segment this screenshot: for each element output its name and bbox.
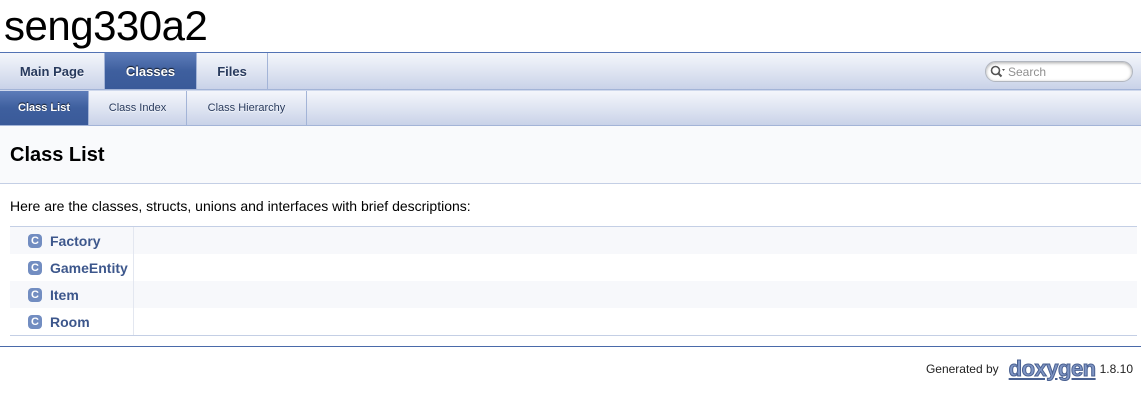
table-row: C Room (10, 308, 1137, 335)
tab-class-list[interactable]: Class List (0, 91, 89, 125)
doxygen-version: 1.8.10 (1099, 362, 1133, 376)
search-box[interactable] (985, 61, 1133, 82)
generated-by-text: Generated by (925, 362, 999, 376)
intro-text: Here are the classes, structs, unions an… (10, 198, 471, 214)
tab-files[interactable]: Files (197, 53, 268, 89)
class-link-room[interactable]: Room (50, 314, 90, 330)
sub-nav: Class List Class Index Class Hierarchy (0, 90, 1141, 126)
class-icon: C (28, 260, 42, 275)
search-input[interactable] (1006, 64, 1124, 79)
class-link-gameentity[interactable]: GameEntity (50, 260, 128, 276)
title-area: seng330a2 (0, 0, 1141, 53)
class-link-item[interactable]: Item (50, 287, 79, 303)
table-row: C Item (10, 281, 1137, 308)
class-icon: C (28, 314, 42, 329)
class-description (134, 227, 1137, 254)
class-description (134, 281, 1137, 308)
class-link-factory[interactable]: Factory (50, 233, 101, 249)
page-title: Class List (10, 144, 105, 166)
project-name: seng330a2 (4, 2, 208, 49)
page-header: Class List (0, 126, 1141, 184)
footer: Generated by doxygen 1.8.10 (925, 356, 1133, 381)
class-icon: C (28, 287, 42, 302)
doxygen-logo[interactable]: doxygen (1008, 356, 1096, 381)
class-directory: C Factory C GameEntity C Item C Room (10, 226, 1137, 336)
contents: Here are the classes, structs, unions an… (0, 198, 1141, 336)
tab-class-index[interactable]: Class Index (89, 91, 187, 125)
footer-divider (0, 346, 1141, 347)
table-row: C Factory (10, 227, 1137, 254)
table-row: C GameEntity (10, 254, 1137, 281)
class-description (134, 254, 1137, 281)
tab-main-page[interactable]: Main Page (0, 53, 105, 89)
class-description (134, 308, 1137, 335)
main-nav: Main Page Classes Files (0, 53, 1141, 90)
class-icon: C (28, 233, 42, 248)
search-icon[interactable] (990, 65, 1006, 79)
tab-classes[interactable]: Classes (105, 53, 197, 89)
tab-class-hierarchy[interactable]: Class Hierarchy (187, 91, 307, 125)
